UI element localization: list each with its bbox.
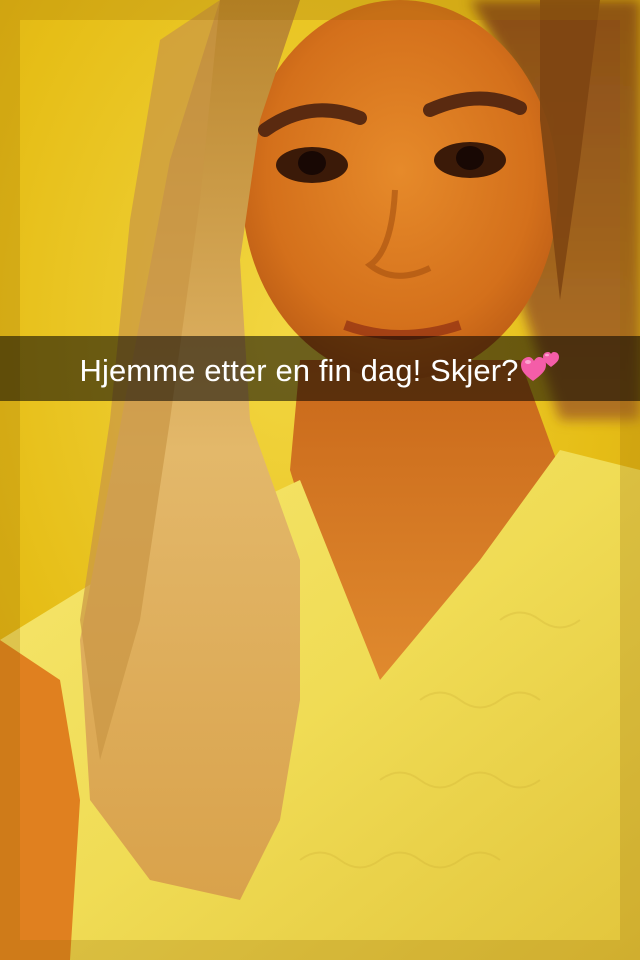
caption-bar[interactable]: Hjemme etter en fin dag! Skjer? <box>0 336 640 401</box>
caption-text: Hjemme etter en fin dag! Skjer? <box>79 351 560 387</box>
snap-view: Hjemme etter en fin dag! Skjer? <box>0 0 640 960</box>
selfie-photo <box>0 0 640 960</box>
caption-message: Hjemme etter en fin dag! Skjer? <box>79 352 519 388</box>
two-hearts-icon <box>520 351 559 381</box>
